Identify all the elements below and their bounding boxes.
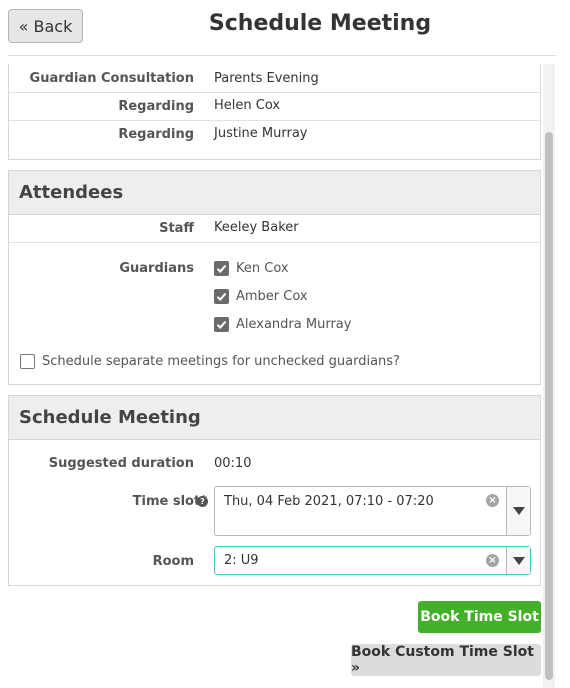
timeslot-value: Thu, 04 Feb 2021, 07:10 - 07:20 — [224, 494, 434, 509]
check-icon — [214, 289, 229, 304]
meeting-details-panel: Guardian Consultation Parents Evening Re… — [8, 64, 541, 160]
guardian-name: Alexandra Murray — [236, 317, 352, 332]
checkbox-box — [20, 354, 35, 369]
schedule-title: Schedule Meeting — [9, 396, 540, 440]
row-label: Regarding — [118, 99, 194, 114]
separate-meetings-checkbox[interactable]: Schedule separate meetings for unchecked… — [20, 354, 400, 369]
scrollbar-thumb[interactable] — [545, 132, 553, 680]
check-icon — [214, 261, 229, 276]
room-label: Room — [152, 554, 194, 569]
guardian-checkbox[interactable]: Ken Cox — [214, 261, 289, 276]
top-bar: « Back Schedule Meeting — [0, 0, 570, 56]
row-value: Justine Murray — [214, 126, 308, 141]
book-custom-time-slot-button[interactable]: Book Custom Time Slot » — [351, 644, 541, 676]
duration-value: 00:10 — [214, 456, 252, 471]
check-icon — [214, 317, 229, 332]
row-label: Regarding — [118, 127, 194, 142]
attendees-panel: Attendees Staff Keeley Baker Guardians K… — [8, 170, 541, 385]
row-value: Parents Evening — [214, 71, 319, 86]
attendees-title: Attendees — [9, 171, 540, 215]
question-circle-icon[interactable]: ? — [197, 496, 208, 507]
details-row: Regarding Helen Cox — [9, 93, 540, 121]
clear-x-icon[interactable]: × — [486, 554, 499, 567]
schedule-panel: Schedule Meeting Suggested duration 00:1… — [8, 395, 541, 586]
timeslot-label-text: Time slot* — [132, 494, 207, 509]
timeslot-select[interactable]: Thu, 04 Feb 2021, 07:10 - 07:20 × — [214, 486, 531, 536]
row-label: Guardian Consultation — [29, 71, 194, 86]
staff-row: Staff Keeley Baker — [9, 215, 540, 243]
guardian-name: Amber Cox — [236, 289, 308, 304]
timeslot-dropdown-toggle[interactable] — [506, 487, 530, 535]
row-value: Helen Cox — [214, 98, 281, 113]
room-value: 2: U9 — [224, 553, 259, 568]
guardians-label: Guardians — [119, 261, 194, 276]
room-dropdown-toggle[interactable] — [506, 547, 530, 574]
details-row: Guardian Consultation Parents Evening — [9, 64, 540, 93]
separate-meetings-label: Schedule separate meetings for unchecked… — [42, 354, 400, 369]
guardian-checkbox[interactable]: Alexandra Murray — [214, 317, 351, 332]
caret-down-icon — [512, 556, 525, 565]
caret-down-icon — [512, 507, 525, 515]
guardian-name: Ken Cox — [236, 261, 289, 276]
back-button[interactable]: « Back — [8, 9, 83, 43]
divider — [8, 55, 556, 56]
details-row: Regarding Justine Murray — [9, 121, 540, 158]
room-select[interactable]: 2: U9 × — [214, 546, 531, 575]
staff-label: Staff — [159, 221, 194, 236]
page-title: Schedule Meeting — [208, 11, 432, 36]
guardians-row: Guardians Ken Cox Amber Cox Alexandra Mu… — [9, 243, 540, 384]
duration-row: Suggested duration 00:10 Time slot* ? Th… — [9, 440, 540, 586]
duration-label: Suggested duration — [48, 456, 194, 471]
book-time-slot-button[interactable]: Book Time Slot — [418, 601, 541, 633]
clear-x-icon[interactable]: × — [486, 494, 499, 507]
timeslot-label: Time slot* — [133, 494, 207, 509]
scrollbar-track[interactable] — [543, 64, 555, 688]
staff-value: Keeley Baker — [214, 220, 299, 235]
guardian-checkbox[interactable]: Amber Cox — [214, 289, 308, 304]
